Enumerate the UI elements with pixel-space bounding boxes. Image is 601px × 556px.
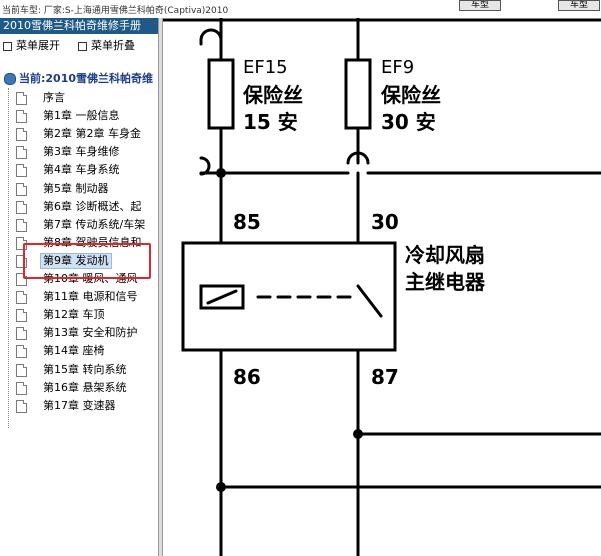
manual-title: 2010雪佛兰科帕奇维修手册 (0, 18, 158, 34)
collapse-menu-button[interactable]: 菜单折叠 (78, 38, 135, 54)
page-icon (16, 218, 27, 232)
tree-item[interactable]: 第17章 变速器 (0, 397, 158, 415)
page-icon (16, 92, 27, 105)
tree-item-label: 第4章 车身系统 (43, 163, 120, 177)
tree-item-label: 第13章 安全和防护 (43, 326, 138, 340)
tree-item-label: 序言 (43, 91, 65, 104)
pin-85-label: 85 (233, 210, 261, 234)
expand-icon (3, 41, 12, 51)
tree-item[interactable]: 第1章 一般信息 (0, 107, 158, 125)
tree-item[interactable]: 第11章 电源和信号 (0, 288, 158, 306)
sidebar: 2010雪佛兰科帕奇维修手册 菜单展开 菜单折叠 当前:2010雪佛兰科帕奇维 … (0, 18, 158, 556)
collapse-icon (78, 41, 87, 51)
tree-item-label: 第2章 第2章 车身金 (43, 127, 141, 141)
relay-name-line2: 主继电器 (405, 270, 485, 294)
page-icon (16, 291, 27, 305)
tree-item-label: 第15章 转向系统 (43, 362, 127, 376)
page-icon (16, 164, 27, 178)
page-icon (16, 182, 27, 196)
page-icon (16, 345, 27, 359)
fuse-ef15-rating: 15 安 (243, 110, 298, 134)
tree-item[interactable]: 第13章 安全和防护 (0, 324, 158, 342)
tree-item-label: 第11章 电源和信号 (43, 290, 138, 304)
tree-root[interactable]: 当前:2010雪佛兰科帕奇维 (4, 70, 153, 88)
tree-item[interactable]: 第2章 第2章 车身金 (0, 125, 158, 143)
wiring-diagram: EF15 保险丝 15 安 EF9 保险丝 30 安 85 30 86 87 冷… (163, 18, 601, 556)
expand-menu-button[interactable]: 菜单展开 (3, 38, 60, 54)
vehicle-info: 当前车型: 厂家:S-上海通用雪佛兰科帕奇(Captiva)2010 (2, 6, 229, 16)
tree-item-label: 第5章 制动器 (43, 181, 109, 195)
tree-item-label: 第17章 变速器 (43, 398, 116, 412)
fuse-ef15-name: EF15 (243, 57, 288, 78)
tree-item[interactable]: 第16章 悬架系统 (0, 379, 158, 397)
tree-item-label: 第7章 传动系统/车架 (43, 217, 146, 231)
tree-item[interactable]: 第5章 制动器 (0, 180, 158, 198)
page-icon (16, 363, 27, 377)
page-icon (16, 399, 27, 413)
vehicle-button-b[interactable]: 车型 (558, 0, 600, 11)
tree-item-label: 第6章 诊断概述、起 (43, 199, 142, 213)
pin-87-label: 87 (371, 365, 399, 389)
tree-item-label: 第12章 车顶 (43, 308, 105, 322)
top-bar: 当前车型: 厂家:S-上海通用雪佛兰科帕奇(Captiva)2010 车型 车型 (0, 0, 601, 18)
tree-item-label: 第16章 悬架系统 (43, 380, 127, 394)
page-icon (16, 381, 27, 395)
page-icon (16, 110, 27, 124)
tree-item[interactable]: 第14章 座椅 (0, 342, 158, 360)
fuse-ef9-name: EF9 (381, 57, 415, 78)
tree-item[interactable]: 第3章 车身维修 (0, 143, 158, 161)
tree-item[interactable]: 第6章 诊断概述、起 (0, 198, 158, 216)
folder-icon (4, 73, 16, 85)
page-icon (16, 128, 27, 142)
page-icon (16, 327, 27, 341)
relay-name-line1: 冷却风扇 (405, 243, 485, 267)
page-icon (16, 200, 27, 214)
pin-30-label: 30 (371, 210, 399, 234)
tree-item-label: 第14章 座椅 (43, 344, 105, 358)
tree-item[interactable]: 第7章 传动系统/车架 (0, 216, 158, 234)
tree-item[interactable]: 第12章 车顶 (0, 306, 158, 324)
tree-item[interactable]: 序言 (0, 89, 158, 107)
tree-item[interactable]: 第4章 车身系统 (0, 161, 158, 179)
tree-item[interactable]: 第15章 转向系统 (0, 361, 158, 379)
pin-86-label: 86 (233, 365, 261, 389)
tree-item-label: 第3章 车身维修 (43, 145, 120, 159)
menu-toolbar: 菜单展开 菜单折叠 (0, 38, 158, 54)
page-icon (16, 146, 27, 160)
highlight-box (23, 243, 151, 279)
fuse-ef15-type: 保险丝 (243, 83, 303, 107)
vehicle-button-a[interactable]: 车型 (459, 0, 501, 11)
page-icon (16, 309, 27, 323)
fuse-ef9-rating: 30 安 (381, 110, 436, 134)
tree-item-label: 第1章 一般信息 (43, 109, 120, 123)
fuse-ef9-type: 保险丝 (381, 83, 441, 107)
